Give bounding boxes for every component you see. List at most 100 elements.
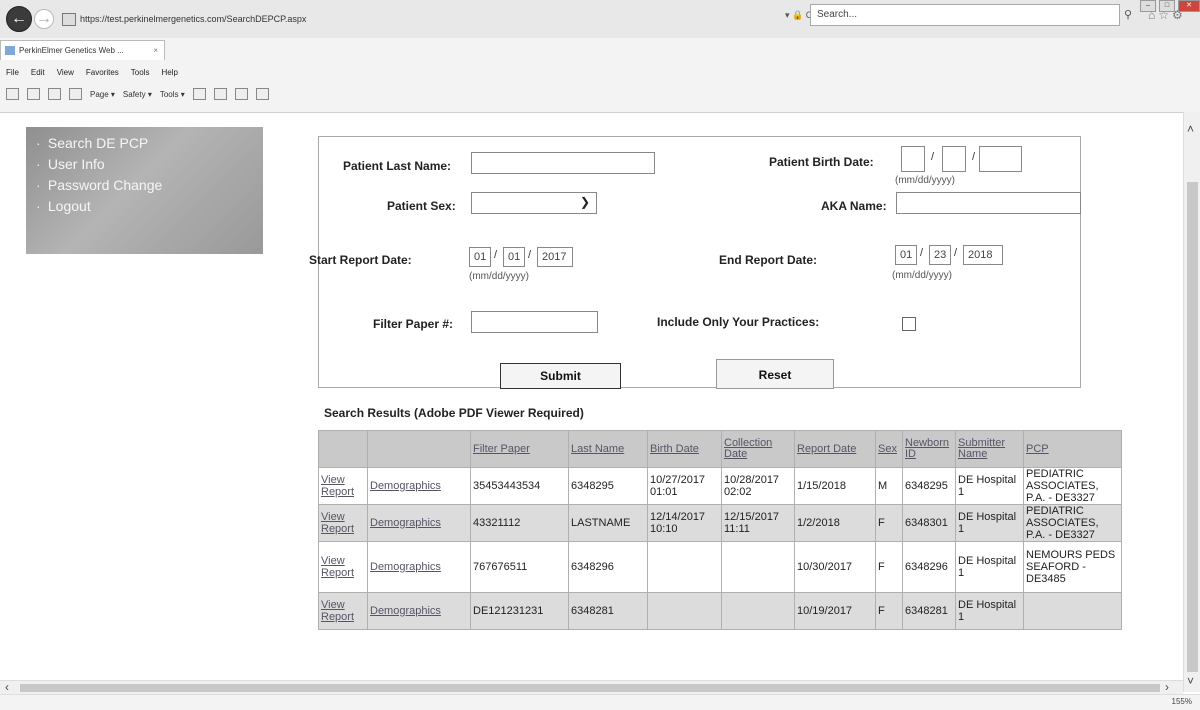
scroll-down-icon[interactable]: ˅: [1187, 674, 1194, 688]
birth-date-cell: 10/27/2017 01:01: [647, 467, 722, 505]
menu-favorites[interactable]: Favorites: [86, 68, 119, 77]
scroll-up-icon[interactable]: ˄: [1187, 122, 1194, 136]
header-pcp[interactable]: PCP: [1023, 430, 1122, 468]
birth-day-input[interactable]: [942, 146, 966, 172]
collection-date-cell: 10/28/2017 02:02: [721, 467, 795, 505]
header-last-name[interactable]: Last Name: [568, 430, 648, 468]
birth-year-input[interactable]: [979, 146, 1022, 172]
sex-select[interactable]: ❯: [471, 192, 597, 214]
reset-button[interactable]: Reset: [716, 359, 834, 389]
tools-menu[interactable]: Tools ▾: [160, 90, 185, 99]
filter-paper-cell: 35453443534: [470, 467, 569, 505]
sex-cell: F: [875, 592, 903, 630]
command-bar: Page ▾ Safety ▾ Tools ▾: [6, 88, 269, 100]
birth-month-input[interactable]: [901, 146, 925, 172]
minimize-icon[interactable]: –: [1140, 0, 1156, 12]
end-month-input[interactable]: 01: [895, 245, 917, 265]
header-report-date[interactable]: Report Date: [794, 430, 876, 468]
address-row: ← → https://test.perkinelmergenetics.com…: [0, 0, 1200, 38]
search-icon[interactable]: ⚲: [1124, 8, 1132, 21]
demographics-link[interactable]: Demographics: [370, 480, 441, 492]
mail-cmd-icon[interactable]: [48, 88, 61, 100]
header-newborn-id[interactable]: Newborn ID: [902, 430, 956, 468]
safety-menu[interactable]: Safety ▾: [123, 90, 152, 99]
sidebar-item-search-de-pcp[interactable]: · Search DE PCP: [36, 135, 148, 151]
collection-date-cell: 12/15/2017 11:11: [721, 504, 795, 542]
sidebar-item-logout[interactable]: · Logout: [36, 198, 91, 214]
help-cmd-icon[interactable]: [192, 88, 206, 100]
view-report-cell: View Report: [318, 541, 368, 593]
end-year-input[interactable]: 2018: [963, 245, 1003, 265]
menu-tools[interactable]: Tools: [131, 68, 150, 77]
vertical-scrollbar[interactable]: ˄ ˅: [1183, 112, 1200, 692]
feeds-cmd-icon[interactable]: [27, 88, 40, 100]
sidebar-item-label: Logout: [47, 198, 91, 214]
menu-edit[interactable]: Edit: [31, 68, 45, 77]
include-practices-checkbox[interactable]: [902, 317, 916, 331]
start-year-input[interactable]: 2017: [537, 247, 573, 267]
header-collection-date[interactable]: Collection Date: [721, 430, 795, 468]
home-cmd-icon[interactable]: [6, 88, 19, 100]
menu-help[interactable]: Help: [161, 68, 177, 77]
research-cmd-icon[interactable]: [213, 88, 227, 100]
table-row: View Report Demographics 43321112 LASTNA…: [318, 504, 1122, 542]
horizontal-scroll-thumb[interactable]: [20, 684, 1160, 692]
header-submitter-name[interactable]: Submitter Name: [955, 430, 1024, 468]
view-report-link[interactable]: View Report: [321, 599, 354, 623]
browser-chrome: ← → https://test.perkinelmergenetics.com…: [0, 0, 1200, 113]
view-report-link[interactable]: View Report: [321, 511, 354, 535]
back-button[interactable]: ←: [6, 6, 32, 32]
browser-search-input[interactable]: Search...: [810, 4, 1120, 26]
print-cmd-icon[interactable]: [69, 88, 82, 100]
submit-button[interactable]: Submit: [500, 363, 621, 389]
end-day-input[interactable]: 23: [929, 245, 951, 265]
horizontal-scrollbar[interactable]: ‹ ›: [0, 680, 1183, 695]
forward-button[interactable]: →: [34, 9, 54, 29]
aka-input[interactable]: [896, 192, 1081, 214]
scroll-left-icon[interactable]: ‹: [5, 680, 9, 694]
page-menu[interactable]: Page ▾: [90, 90, 115, 99]
view-report-link[interactable]: View Report: [321, 555, 354, 579]
window-controls: – □ ✕: [1140, 0, 1200, 12]
tab-close-icon[interactable]: ×: [153, 46, 158, 55]
onenote-cmd-icon[interactable]: [234, 88, 248, 100]
zoom-level[interactable]: 155%: [1172, 697, 1192, 706]
header-sex[interactable]: Sex: [875, 430, 903, 468]
address-tools[interactable]: ▾ 🔒 C: [785, 10, 812, 21]
start-month-input[interactable]: 01: [469, 247, 491, 267]
newborn-id-cell: 6348281: [902, 592, 956, 630]
filter-paper-cell: 43321112: [470, 504, 569, 542]
birth-date-hint: (mm/dd/yyyy): [895, 175, 955, 186]
header-birth-date[interactable]: Birth Date: [647, 430, 722, 468]
menu-file[interactable]: File: [6, 68, 19, 77]
results-table: Filter Paper Last Name Birth Date Collec…: [318, 430, 1122, 630]
extra-cmd-icon[interactable]: [255, 88, 269, 100]
menu-view[interactable]: View: [57, 68, 74, 77]
filter-paper-label: Filter Paper #:: [373, 317, 454, 331]
filter-paper-input[interactable]: [471, 311, 598, 333]
filter-paper-cell: 767676511: [470, 541, 569, 593]
last-name-cell: LASTNAME: [568, 504, 648, 542]
start-report-date-label: Start Report Date:: [309, 253, 412, 267]
sidebar-item-label: User Info: [47, 156, 105, 172]
header-view: [318, 430, 368, 468]
address-bar[interactable]: https://test.perkinelmergenetics.com/Sea…: [62, 10, 582, 28]
view-report-link[interactable]: View Report: [321, 474, 354, 498]
vertical-scroll-thumb[interactable]: [1187, 182, 1198, 672]
browser-tab[interactable]: PerkinElmer Genetics Web ... ×: [0, 40, 165, 60]
close-icon[interactable]: ✕: [1178, 0, 1200, 12]
last-name-input[interactable]: [471, 152, 655, 174]
demographics-link[interactable]: Demographics: [370, 517, 441, 529]
scroll-right-icon[interactable]: ›: [1165, 680, 1169, 694]
sidebar-item-user-info[interactable]: · User Info: [36, 156, 105, 172]
date-separator: /: [954, 247, 958, 259]
maximize-icon[interactable]: □: [1159, 0, 1175, 12]
tab-row: PerkinElmer Genetics Web ... ×: [0, 40, 1200, 60]
date-separator: /: [494, 249, 498, 261]
tab-title: PerkinElmer Genetics Web ...: [19, 46, 124, 55]
header-filter-paper[interactable]: Filter Paper: [470, 430, 569, 468]
demographics-link[interactable]: Demographics: [370, 561, 441, 573]
start-day-input[interactable]: 01: [503, 247, 525, 267]
demographics-link[interactable]: Demographics: [370, 605, 441, 617]
sidebar-item-password-change[interactable]: · Password Change: [36, 177, 162, 193]
